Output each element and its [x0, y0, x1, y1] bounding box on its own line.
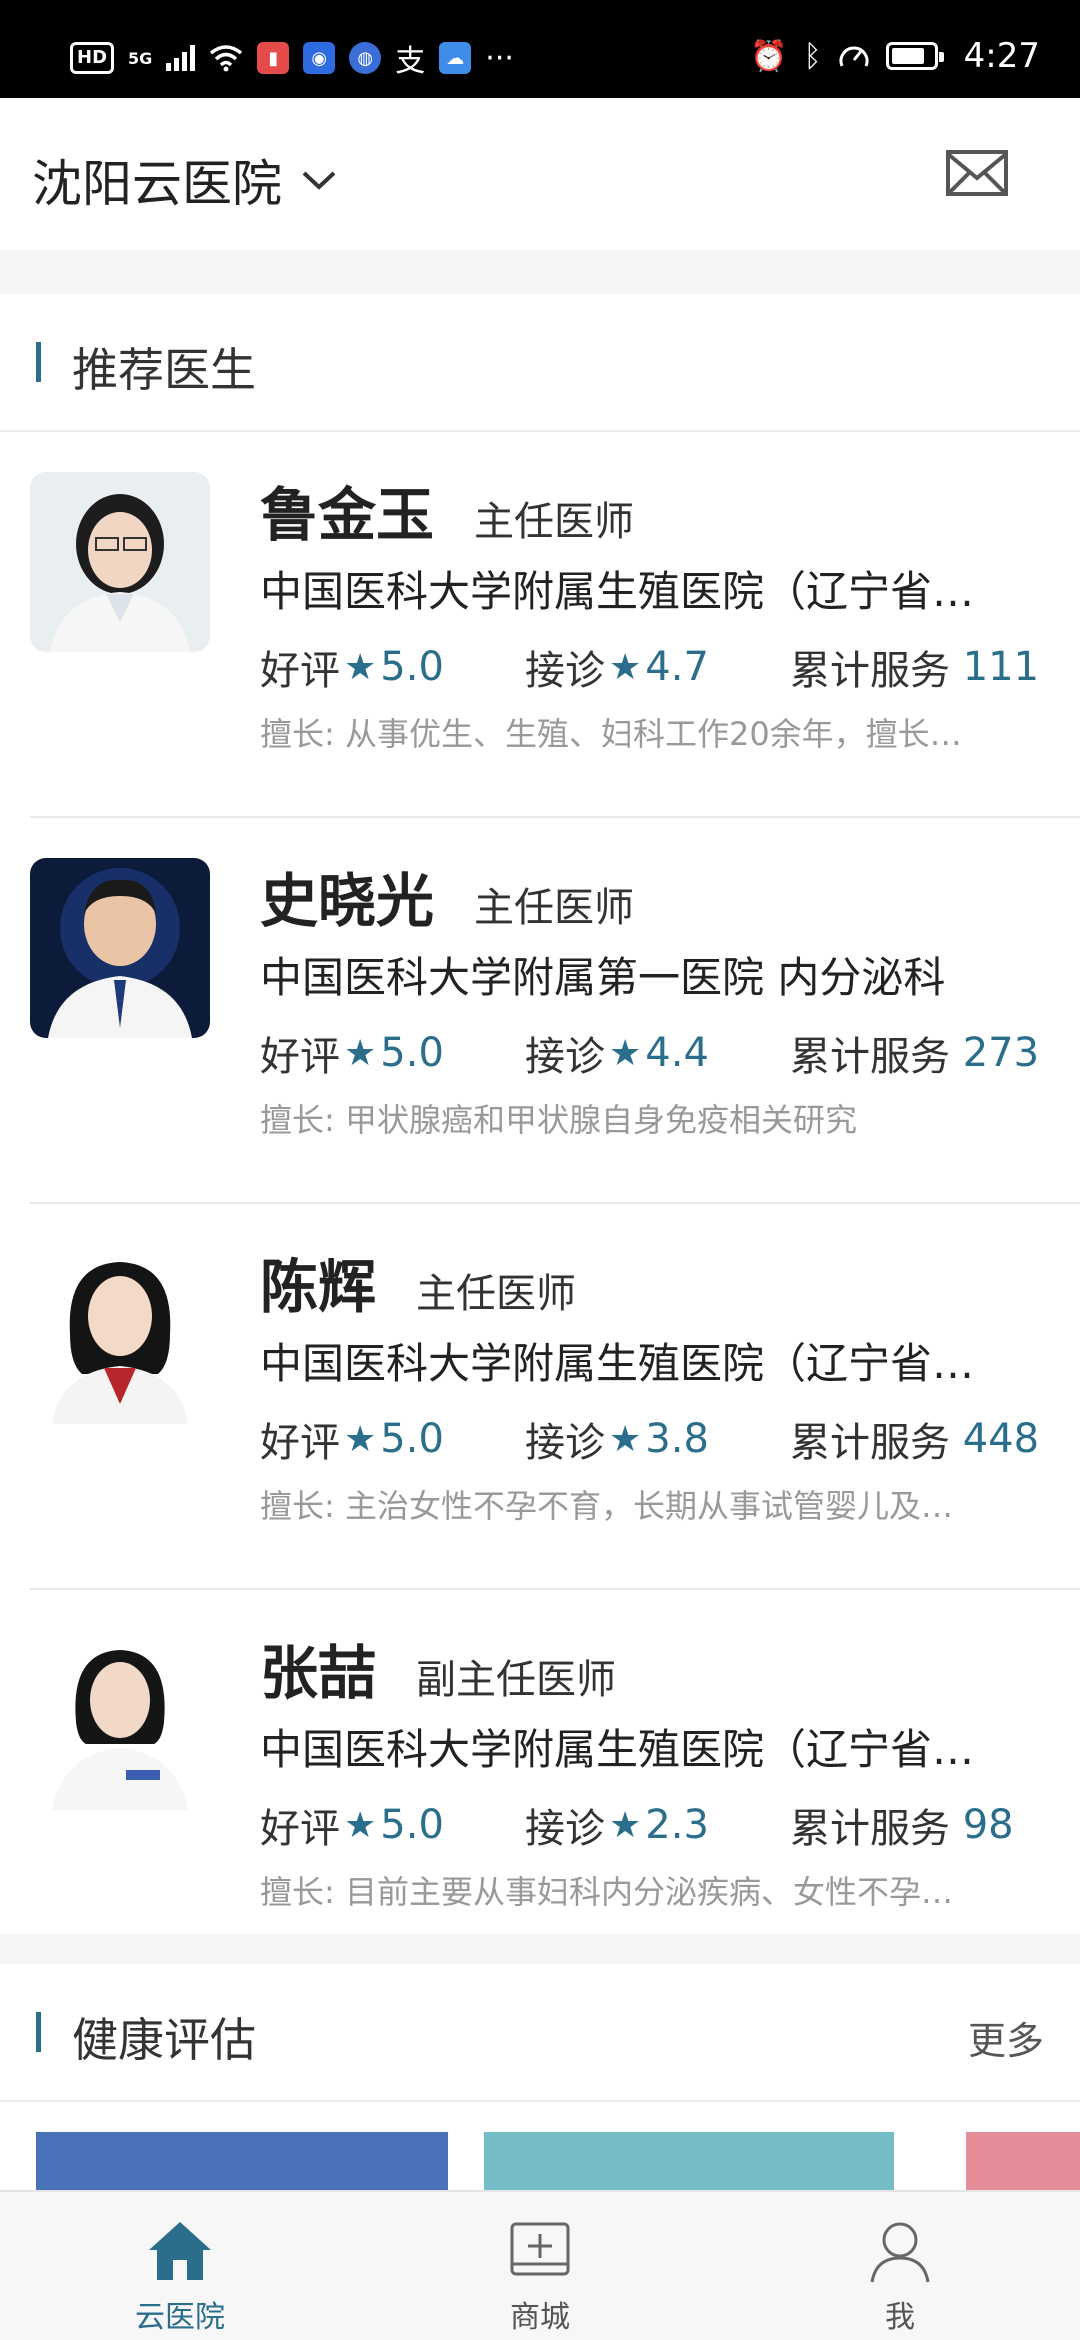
nav-label: 云医院: [135, 2300, 225, 2335]
doctor-card[interactable]: 史晓光 主任医师 中国医科大学附属第一医院 内分泌科 好评 ★ 5.0 接诊 ★ 4.4…: [30, 818, 1080, 1204]
speed-icon: [839, 46, 869, 67]
network-type: 5G: [128, 48, 153, 68]
health-card-image[interactable]: [484, 2132, 894, 2190]
consult-label: 接诊: [525, 1420, 605, 1466]
book-app-icon: ▮: [257, 42, 290, 74]
consult-value: 2.3: [645, 1802, 709, 1848]
rating-value: 5.0: [380, 1416, 444, 1462]
rating-value: 5.0: [380, 1030, 444, 1076]
app-header: 沈阳云医院: [0, 98, 1080, 250]
star-icon: ★: [344, 1418, 377, 1460]
doctor-specialty: 擅长: 从事优生、生殖、妇科工作20余年，擅长…: [260, 715, 962, 753]
served-value: 273: [962, 1030, 1040, 1076]
rating-label: 好评: [260, 1420, 340, 1466]
doctor-card[interactable]: 鲁金玉 主任医师 中国医科大学附属生殖医院（辽宁省… 好评 ★ 5.0 接诊 ★ 4.7…: [30, 432, 1080, 818]
star-icon: ★: [609, 1032, 642, 1074]
more-link[interactable]: 更多: [968, 2010, 1044, 2065]
recommended-doctors-section: 推荐医生 鲁金玉 主任医师 中国医科大学附属生殖医院（辽宁省… 好评 ★ 5.0 接…: [0, 294, 1080, 1934]
served-label: 累计服务: [790, 1034, 950, 1080]
doctor-card[interactable]: 陈辉 主任医师 中国医科大学附属生殖医院（辽宁省… 好评 ★ 5.0 接诊 ★ 3.8 …: [30, 1204, 1080, 1590]
doctor-card[interactable]: 张喆 副主任医师 中国医科大学附属生殖医院（辽宁省… 好评 ★ 5.0 接诊 ★ 2.3…: [30, 1590, 1080, 1934]
rating-value: 5.0: [380, 1802, 444, 1848]
health-card-image[interactable]: [36, 2132, 448, 2190]
doctor-hospital: 中国医科大学附属生殖医院（辽宁省…: [260, 567, 975, 616]
doctor-name: 史晓光: [260, 867, 435, 935]
served-label: 累计服务: [790, 1420, 950, 1466]
rating-label: 好评: [260, 648, 340, 694]
consult-label: 接诊: [525, 648, 605, 694]
health-assessment-section: 健康评估 更多: [0, 1964, 1080, 2190]
doctor-avatar: [30, 858, 210, 1038]
doctor-title: 主任医师: [416, 1271, 577, 1317]
doctor-hospital: 中国医科大学附属生殖医院（辽宁省…: [260, 1725, 975, 1774]
clock: 4:27: [963, 36, 1040, 76]
chevron-down-icon: [302, 171, 336, 190]
bottom-navigation: 云医院 商城 我: [0, 2190, 1080, 2340]
star-icon: ★: [344, 1804, 377, 1846]
doctor-title: 主任医师: [474, 885, 635, 931]
consult-value: 4.7: [645, 644, 709, 690]
doctor-specialty: 擅长: 主治女性不孕不育，长期从事试管婴儿及…: [260, 1487, 953, 1525]
star-icon: ★: [609, 646, 642, 688]
nav-label: 我: [885, 2300, 915, 2335]
consult-value: 4.4: [645, 1030, 709, 1076]
doctor-avatar: [30, 1630, 210, 1810]
doctor-specialty: 擅长: 甲状腺癌和甲状腺自身免疫相关研究: [260, 1101, 857, 1139]
user-icon: [870, 2222, 930, 2283]
rating-value: 5.0: [380, 644, 444, 690]
hospital-selector[interactable]: 沈阳云医院: [32, 144, 338, 216]
section-title: 推荐医生: [72, 343, 256, 397]
served-value: 448: [962, 1416, 1040, 1462]
consult-label: 接诊: [525, 1034, 605, 1080]
doctor-title: 副主任医师: [416, 1657, 617, 1703]
store-icon: [510, 2222, 570, 2276]
nav-label: 商城: [510, 2300, 570, 2335]
rating-label: 好评: [260, 1806, 340, 1852]
doctor-name: 鲁金玉: [260, 481, 435, 549]
battery-icon: [885, 42, 944, 70]
served-value: 111: [962, 644, 1040, 690]
star-icon: ★: [344, 1032, 377, 1074]
served-label: 累计服务: [790, 648, 950, 694]
alipay-icon: 支: [395, 44, 426, 79]
bulb-app-icon: ◉: [303, 42, 336, 74]
wifi-icon: [210, 45, 243, 72]
cloud-app-icon: ☁: [439, 42, 472, 74]
star-icon: ★: [609, 1418, 642, 1460]
more-notifications-icon: ···: [485, 40, 514, 76]
health-card-image[interactable]: [966, 2132, 1080, 2190]
bluetooth-icon: ᛒ: [803, 38, 822, 74]
star-icon: ★: [344, 646, 377, 688]
section-header: 健康评估 更多: [0, 1964, 1080, 2102]
rating-label: 好评: [260, 1034, 340, 1080]
globe-app-icon: ◍: [349, 42, 382, 74]
status-bar: HD 5G ▮ ◉ ◍ 支 ☁ ··· ⏰ ᛒ 4:27: [0, 0, 1080, 98]
alarm-icon: ⏰: [750, 38, 788, 74]
section-accent-bar: [36, 342, 41, 382]
nav-item-cloud-hospital[interactable]: 云医院: [0, 2192, 360, 2340]
served-value: 98: [962, 1802, 1014, 1848]
doctor-hospital: 中国医科大学附属第一医院 内分泌科: [260, 953, 946, 1002]
section-title: 健康评估: [72, 2013, 256, 2067]
signal-icon: [166, 45, 196, 71]
mail-icon[interactable]: [946, 150, 1008, 196]
doctor-name: 张喆: [260, 1639, 377, 1707]
nav-item-store[interactable]: 商城: [360, 2192, 720, 2340]
hospital-name: 沈阳云医院: [32, 155, 282, 213]
hd-indicator: HD: [70, 42, 115, 74]
consult-value: 3.8: [645, 1416, 709, 1462]
doctor-hospital: 中国医科大学附属生殖医院（辽宁省…: [260, 1339, 975, 1388]
doctor-title: 主任医师: [474, 499, 635, 545]
doctor-avatar: [30, 472, 210, 652]
star-icon: ★: [609, 1804, 642, 1846]
nav-item-me[interactable]: 我: [720, 2192, 1080, 2340]
section-header: 推荐医生: [0, 294, 1080, 432]
section-accent-bar: [36, 2012, 41, 2052]
served-label: 累计服务: [790, 1806, 950, 1852]
doctor-avatar: [30, 1244, 210, 1424]
doctor-specialty: 擅长: 目前主要从事妇科内分泌疾病、女性不孕…: [260, 1873, 953, 1911]
doctor-name: 陈辉: [260, 1253, 377, 1321]
home-icon: [149, 2222, 211, 2280]
consult-label: 接诊: [525, 1806, 605, 1852]
